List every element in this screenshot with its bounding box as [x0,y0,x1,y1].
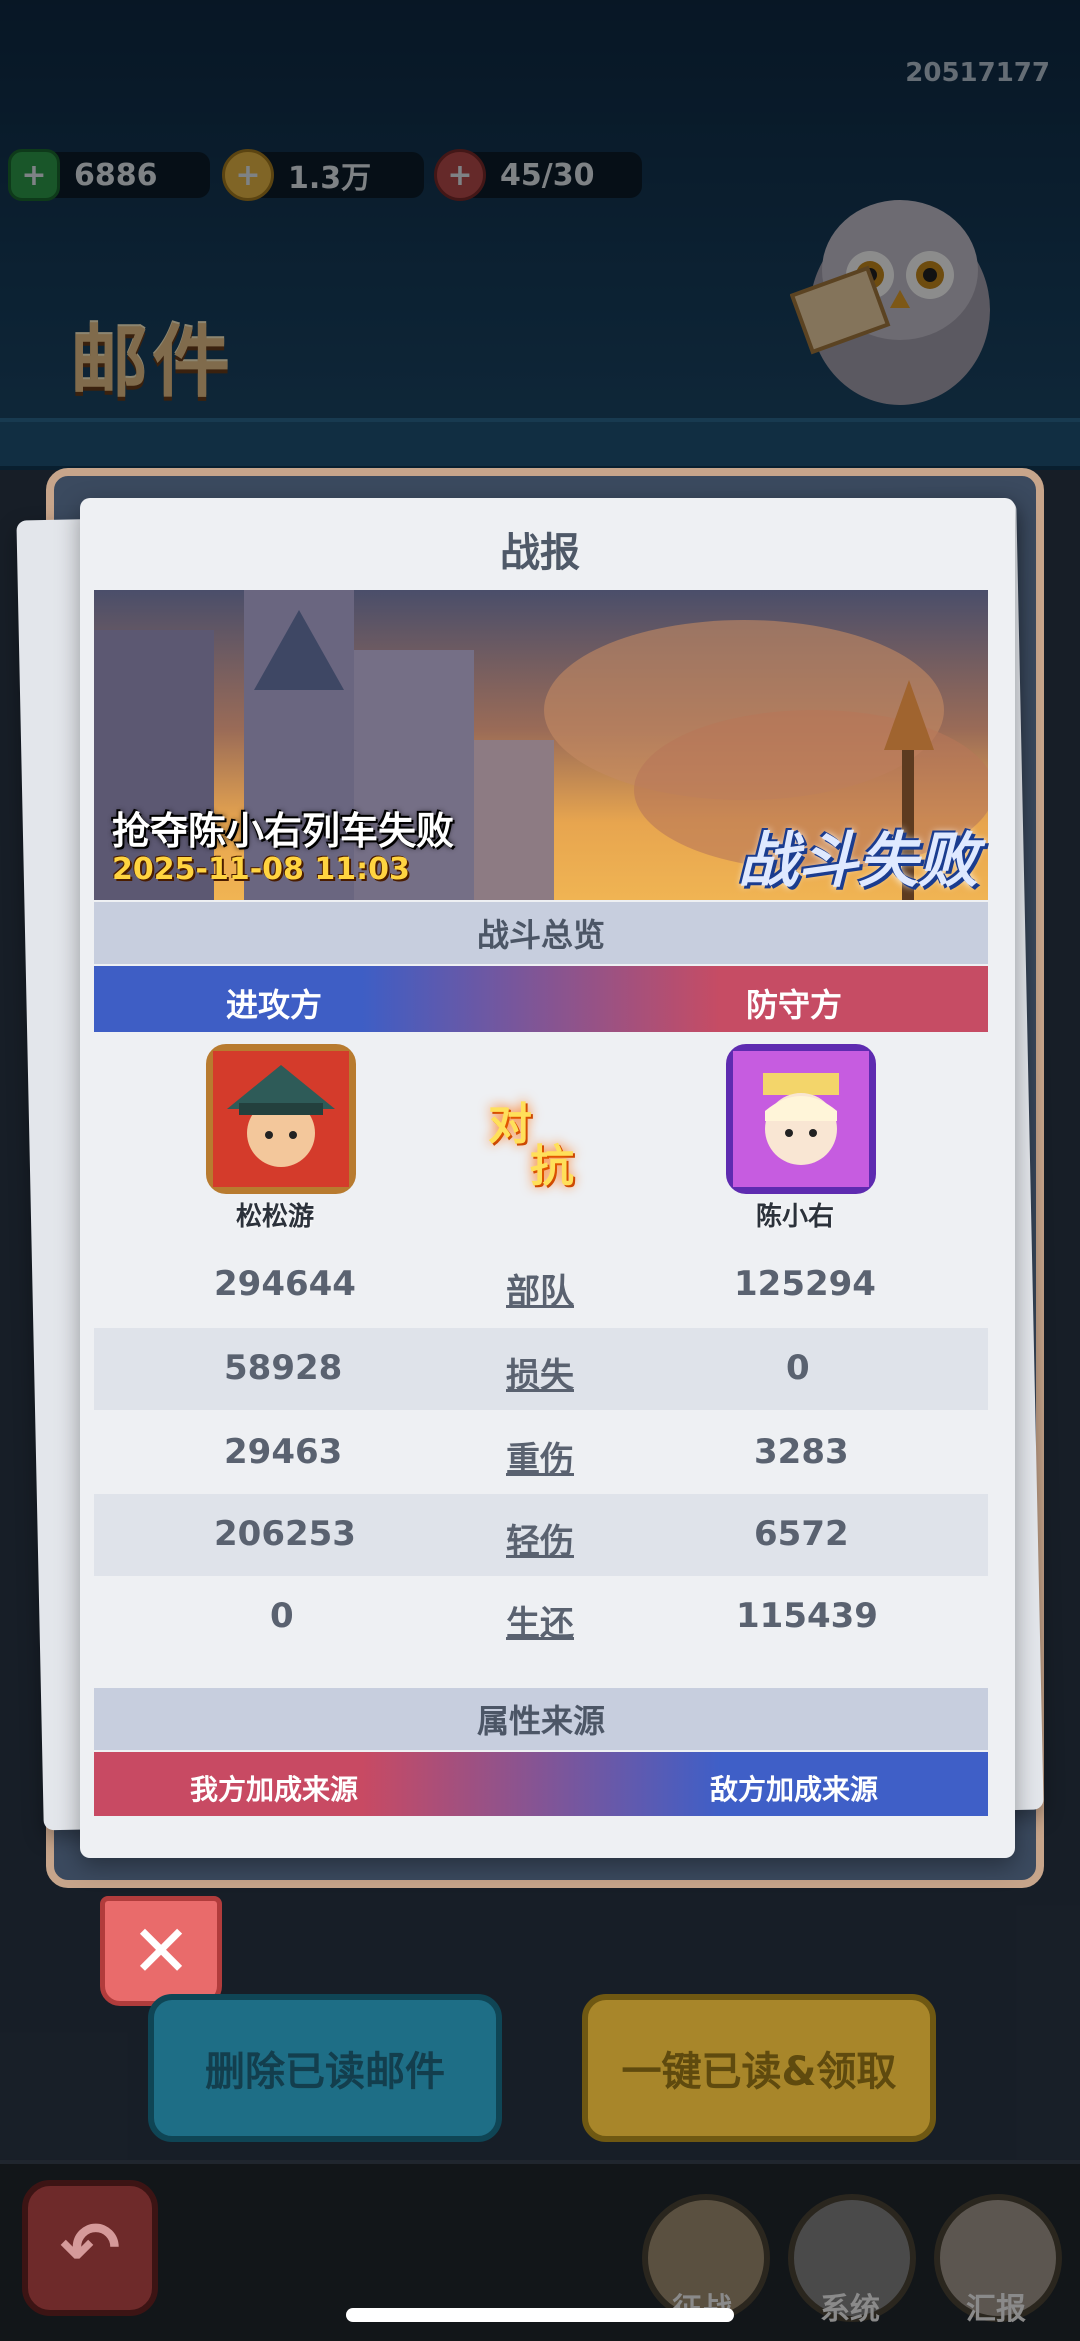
delete-read-mail-button[interactable]: 删除已读邮件 [148,1994,502,2142]
nav-label-system[interactable]: 系统 [820,2284,880,2328]
stat-row: 58928 损失 0 [94,1328,988,1410]
stat-label[interactable]: 生还 [506,1596,574,1645]
attacker-value: 206253 [214,1514,356,1554]
read-and-claim-button[interactable]: 一键已读&领取 [582,1994,936,2142]
sides-bar: 进攻方 防守方 [94,966,988,1032]
stat-label[interactable]: 重伤 [506,1432,574,1481]
attr-source-bar: 我方加成来源 敌方加成来源 [94,1752,988,1816]
vs-text-bottom: 抗 [530,1141,574,1192]
battle-name: 抢夺陈小右列车失败 [112,809,455,853]
defender-label: 防守方 [746,986,843,1024]
back-arrow-icon[interactable]: ↶ [22,2180,158,2316]
report-title: 战报 [500,530,580,576]
defender-value: 6572 [754,1514,849,1554]
defender-name: 陈小右 [756,1202,835,1232]
attacker-value: 0 [270,1596,294,1636]
attacker-value: 294644 [214,1264,356,1304]
stat-label[interactable]: 损失 [506,1348,574,1397]
battle-result: 战斗失败 [738,826,978,896]
stat-label[interactable]: 部队 [506,1264,574,1313]
stat-label[interactable]: 轻伤 [506,1514,574,1563]
stat-row: 294644 部队 125294 [94,1244,988,1326]
defender-value: 3283 [754,1432,849,1472]
overview-header: 战斗总览 [94,902,988,964]
home-indicator[interactable] [346,2308,734,2322]
attacker-value: 29463 [224,1432,343,1472]
defender-value: 115439 [736,1596,878,1636]
stat-row: 29463 重伤 3283 [94,1412,988,1494]
nav-label-report[interactable]: 汇报 [966,2284,1026,2328]
defender-value: 125294 [734,1264,876,1304]
vs-text-top: 对 [488,1099,532,1150]
attacker-portrait-icon [213,1051,349,1187]
my-bonus-source[interactable]: 我方加成来源 [190,1768,358,1808]
close-button[interactable]: ✕ [100,1896,222,2006]
enemy-bonus-source[interactable]: 敌方加成来源 [710,1768,878,1808]
attr-source-header: 属性来源 [94,1688,988,1750]
stat-row: 0 生还 115439 [94,1576,988,1658]
defender-value: 0 [786,1348,810,1388]
attacker-name: 松松游 [236,1202,315,1232]
defender-avatar[interactable] [726,1044,876,1194]
attacker-avatar[interactable] [206,1044,356,1194]
battle-time: 2025-11-08 11:03 [112,852,410,887]
attacker-value: 58928 [224,1348,343,1388]
defender-portrait-icon [733,1051,869,1187]
stat-row: 206253 轻伤 6572 [94,1494,988,1576]
attacker-label: 进攻方 [226,986,323,1024]
